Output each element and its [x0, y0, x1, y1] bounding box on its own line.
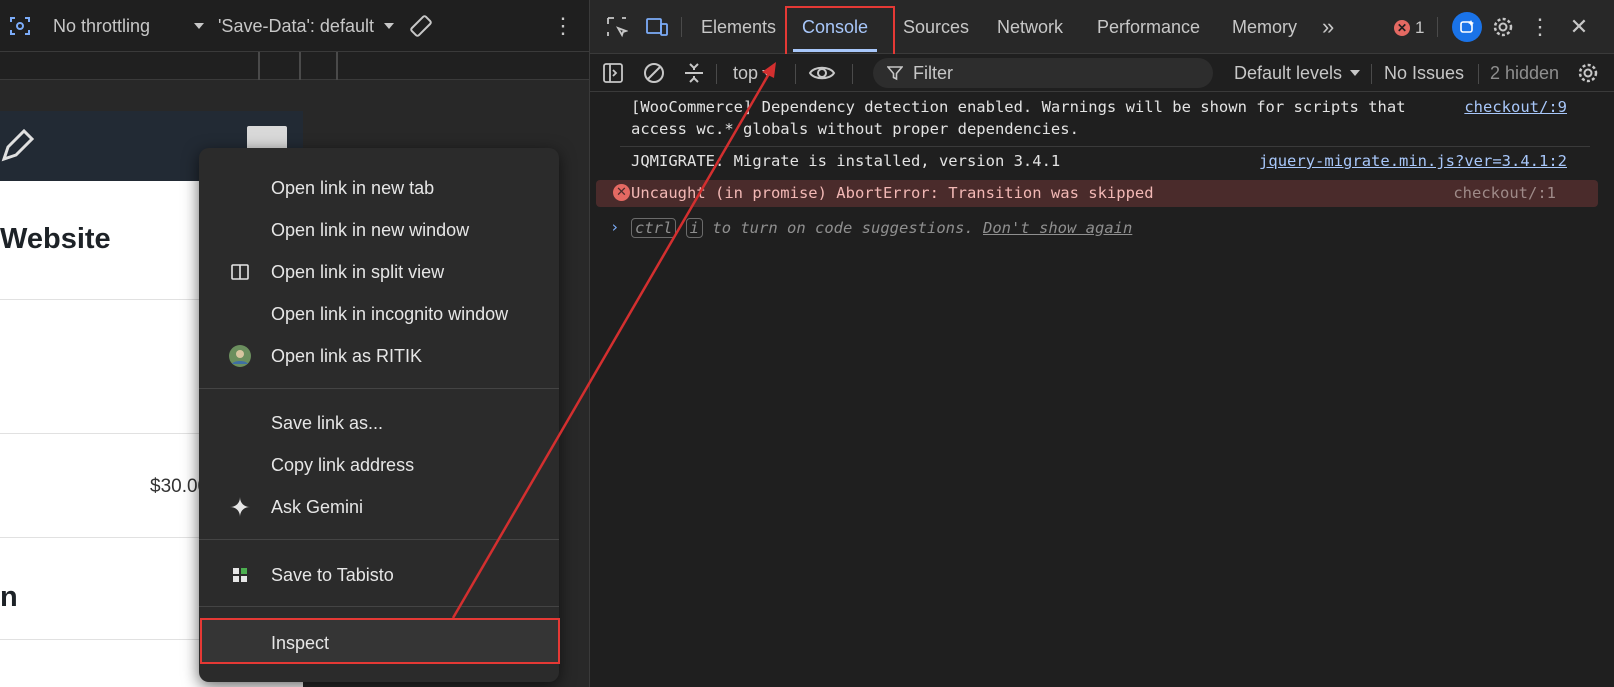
- error-message: Uncaught (in promise) AbortError: Transi…: [631, 184, 1154, 202]
- device-toggle-icon[interactable]: [642, 0, 672, 54]
- console-toolbar: top Filter Default levels No Issues 2 hi…: [590, 54, 1614, 92]
- more-tabs-icon[interactable]: »: [1322, 0, 1334, 54]
- menu-item-save-link-as[interactable]: Save link as...: [199, 403, 559, 443]
- save-data-select[interactable]: 'Save-Data': default: [218, 0, 394, 52]
- hidden-count: 2 hidden: [1490, 62, 1560, 83]
- gemini-sparkle-icon: [229, 496, 251, 518]
- chevron-down-icon: [383, 23, 394, 29]
- menu-item-ask-gemini[interactable]: Ask Gemini: [199, 487, 559, 527]
- filter-placeholder: Filter: [913, 62, 953, 83]
- device-toolbar: No throttling 'Save-Data': default ⋮: [0, 0, 589, 52]
- clear-console-icon[interactable]: [642, 54, 666, 92]
- log-message-continued: access wc.* globals without proper depen…: [631, 120, 1079, 138]
- log-source-link[interactable]: checkout/:9: [1464, 96, 1567, 118]
- log-message: JQMIGRATE: Migrate is installed, version…: [631, 152, 1061, 170]
- tab-memory[interactable]: Memory: [1232, 0, 1297, 54]
- ctrl-key: ctrl: [631, 218, 677, 238]
- error-log-entry: ✕ Uncaught (in promise) AbortError: Tran…: [596, 180, 1598, 207]
- more-options-icon[interactable]: ⋮: [552, 0, 574, 52]
- save-data-label: 'Save-Data': default: [218, 15, 374, 36]
- chevron-down-icon: [762, 70, 773, 76]
- console-tab-highlight: [785, 6, 895, 58]
- group-similar-icon[interactable]: [682, 54, 706, 92]
- menu-item-open-incognito[interactable]: Open link in incognito window: [199, 294, 559, 334]
- split-view-icon: [229, 261, 251, 283]
- log-levels-select[interactable]: Default levels: [1234, 54, 1361, 92]
- throttling-select[interactable]: No throttling: [53, 0, 205, 52]
- menu-item-open-new-tab[interactable]: Open link in new tab: [199, 168, 559, 208]
- profile-avatar-icon: [229, 345, 251, 367]
- filter-icon: [887, 65, 903, 81]
- menu-item-open-new-window[interactable]: Open link in new window: [199, 210, 559, 250]
- page-title: Website: [0, 223, 111, 255]
- tab-elements[interactable]: Elements: [701, 0, 776, 54]
- sidebar-toggle-icon[interactable]: [602, 54, 624, 92]
- context-menu: Open link in new tab Open link in new wi…: [199, 148, 560, 682]
- devtools-panel: Elements Console Sources Network Perform…: [589, 0, 1614, 687]
- console-settings-gear-icon[interactable]: [1577, 54, 1599, 92]
- console-log: [WooCommerce] Dependency detection enabl…: [590, 92, 1614, 687]
- chevron-right-icon: ›: [610, 218, 620, 236]
- i-key: i: [685, 218, 704, 238]
- tabisto-icon: [229, 564, 251, 586]
- inspect-element-icon[interactable]: [602, 0, 632, 54]
- ai-assistant-icon[interactable]: [1450, 0, 1484, 54]
- log-levels-label: Default levels: [1234, 62, 1343, 83]
- context-label: top: [733, 62, 759, 83]
- chevron-down-icon: [1350, 70, 1361, 76]
- issues-button[interactable]: No Issues: [1384, 54, 1464, 92]
- error-icon: ✕: [613, 184, 630, 201]
- menu-item-inspect[interactable]: Inspect: [199, 623, 559, 663]
- console-prompt[interactable]: › ctrl i to turn on code suggestions. Do…: [590, 216, 1614, 242]
- settings-gear-icon[interactable]: [1488, 0, 1518, 54]
- dont-show-again-link[interactable]: Don't show again: [983, 219, 1132, 237]
- error-source-link[interactable]: checkout/:1: [1453, 182, 1556, 204]
- log-message: [WooCommerce] Dependency detection enabl…: [631, 98, 1406, 116]
- code-suggestion-hint: to turn on code suggestions.: [712, 219, 974, 237]
- context-select[interactable]: top: [733, 54, 773, 92]
- menu-item-save-to-tabisto[interactable]: Save to Tabisto: [199, 555, 559, 595]
- close-icon[interactable]: ✕: [1564, 0, 1594, 54]
- devtools-tabbar: Elements Console Sources Network Perform…: [590, 0, 1614, 58]
- log-entry: [WooCommerce] Dependency detection enabl…: [590, 96, 1614, 144]
- menu-item-open-as-profile[interactable]: Open link as RITIK: [199, 336, 559, 376]
- error-icon: ✕: [1394, 20, 1410, 36]
- filter-input[interactable]: Filter: [873, 58, 1213, 88]
- rotate-icon[interactable]: [408, 0, 434, 52]
- page-viewport: No throttling 'Save-Data': default ⋮ Web…: [0, 0, 589, 687]
- error-count: 1: [1415, 18, 1425, 37]
- menu-item-copy-link[interactable]: Copy link address: [199, 445, 559, 485]
- live-expression-eye-icon[interactable]: [808, 54, 836, 92]
- log-entry: JQMIGRATE: Migrate is installed, version…: [590, 150, 1614, 174]
- section-title: n: [0, 581, 18, 613]
- tab-performance[interactable]: Performance: [1097, 0, 1200, 54]
- log-source-link[interactable]: jquery-migrate.min.js?ver=3.4.1:2: [1259, 150, 1567, 172]
- more-options-icon[interactable]: ⋮: [1528, 0, 1552, 54]
- tab-network[interactable]: Network: [997, 0, 1063, 54]
- chevron-down-icon: [194, 23, 205, 29]
- pencil-icon[interactable]: [0, 128, 35, 168]
- error-counter[interactable]: ✕ 1: [1394, 18, 1424, 38]
- tab-sources[interactable]: Sources: [903, 0, 969, 54]
- menu-item-open-split-view[interactable]: Open link in split view: [199, 252, 559, 292]
- screenshot-icon[interactable]: [8, 0, 32, 52]
- throttling-label: No throttling: [53, 15, 151, 36]
- ruler: [0, 52, 589, 80]
